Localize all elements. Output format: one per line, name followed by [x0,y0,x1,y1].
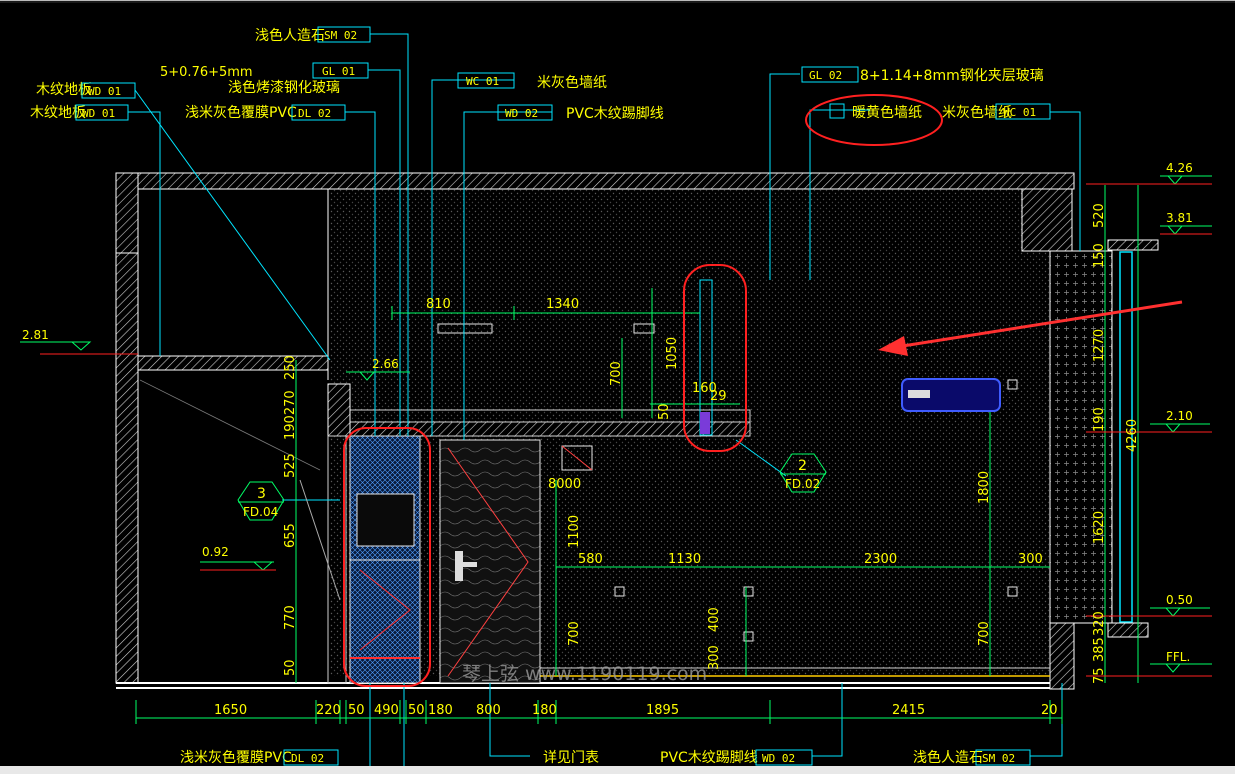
dim-655: 655 [283,523,298,548]
dim-1130: 1130 [668,552,701,567]
callout-c2-code: GL 01 [322,65,355,78]
dim-right-4260: 4260 [1125,419,1140,452]
callout-c4: PVC木纹踢脚线 [566,106,664,122]
dim-right-1620: 1620 [1092,511,1107,544]
callout-c10-code: DL 02 [298,107,331,120]
dim-right-1270: 1270 [1092,329,1107,362]
dim-bottom-180b: 180 [532,703,557,718]
dim-50: 50 [657,403,672,420]
callout-c9-code: WD 01 [82,107,115,120]
dim-right-385: 385 [1092,637,1107,662]
callout-c6-code: WC 01 [1003,106,1036,119]
section-3-number: 3 [257,486,266,502]
dim-525: 525 [283,453,298,478]
dim-8000: 8000 [548,477,581,492]
level-2-81: 2.81 [22,328,49,342]
dim-1340: 1340 [546,297,579,312]
dim-bottom-800: 800 [476,703,501,718]
level-4-26: 4.26 [1166,161,1193,175]
dim-right-520: 520 [1092,203,1107,228]
dim-bottom-1895: 1895 [646,703,679,718]
dim-1800: 1800 [977,471,992,504]
dim-1100: 1100 [567,515,582,548]
level-2-10: 2.10 [1166,409,1193,423]
level-ffl: FFL. [1166,650,1190,664]
dim-2300: 2300 [864,552,897,567]
callout-c3-code: WC 01 [466,75,499,88]
dim-1050: 1050 [665,337,680,370]
callout-b4: 浅色人造石 [913,749,983,766]
dim-190270: 190270 [283,390,298,440]
dim-bottom-1650: 1650 [214,703,247,718]
callout-c2: 浅色烤漆钢化玻璃 [228,79,340,96]
callout-c8: 木纹地板 [36,82,92,98]
callout-b2: 详见门表 [543,750,599,766]
dim-580: 580 [578,552,603,567]
callout-c10: 浅米灰色覆膜PVC [185,104,297,121]
dim-810: 810 [426,297,451,312]
level-0-92: 0.92 [202,545,229,559]
level-0-50: 0.50 [1166,593,1193,607]
dim-bottom-50a: 50 [348,703,365,718]
callout-c6: 米灰色墙纸 [942,104,1012,121]
section-3-ref: FD.04 [243,505,278,519]
callout-c1: 浅色人造石 [255,27,325,44]
callout-b3: PVC木纹踢脚线 [660,750,758,766]
dim-bottom-220: 220 [316,703,341,718]
callout-c8-code: WD 01 [88,85,121,98]
dim-300b: 300 [707,645,722,670]
dim-bottom-20: 20 [1041,703,1058,718]
level-2-66: 2.66 [372,357,399,371]
callout-c3: 米灰色墙纸 [537,74,607,91]
dim-bottom-50b: 50 [408,703,425,718]
watermark: 琴上弦 www.1190119.com [462,663,707,685]
dim-right-190: 190 [1092,407,1107,432]
callout-c5-code: GL 02 [809,69,842,82]
dim-right-75: 75 [1092,667,1107,684]
callout-b1: 浅米灰色覆膜PVC [180,749,292,766]
dim-bottom-180a: 180 [428,703,453,718]
dim-29: 29 [710,389,727,404]
dim-700b: 700 [977,621,992,646]
callout-c9: 木纹地板 [30,105,86,121]
callout-c2-spec: 5+0.76+5mm [160,65,253,80]
dim-250: 250 [283,355,298,380]
section-2-number: 2 [798,458,807,474]
dim-bottom-2415: 2415 [892,703,925,718]
callout-c5: 8+1.14+8mm钢化夹层玻璃 [860,67,1044,84]
dim-300: 300 [1018,552,1043,567]
callout-c4-code: WD 02 [505,107,538,120]
level-3-81: 3.81 [1166,211,1193,225]
dim-50b: 50 [283,659,298,676]
callout-c1-code: SM 02 [324,29,357,42]
cad-elevation-drawing: 浅色人造石 SM 02 5+0.76+5mm 浅色烤漆钢化玻璃 GL 01 WC… [0,0,1235,774]
callout-b1-code: DL 02 [291,752,324,765]
dim-bottom-490: 490 [374,703,399,718]
dim-770: 770 [283,605,298,630]
dim-right-320: 320 [1092,611,1107,636]
dim-right-150: 150 [1092,243,1107,268]
dim-700c: 700 [567,621,582,646]
dim-700a: 700 [609,361,624,386]
callout-b4-code: SM 02 [982,752,1015,765]
section-2-ref: FD.02 [785,477,820,491]
dim-400: 400 [707,607,722,632]
callout-c7: 暖黄色墙纸 [852,104,922,121]
callout-b3-code: WD 02 [762,752,795,765]
